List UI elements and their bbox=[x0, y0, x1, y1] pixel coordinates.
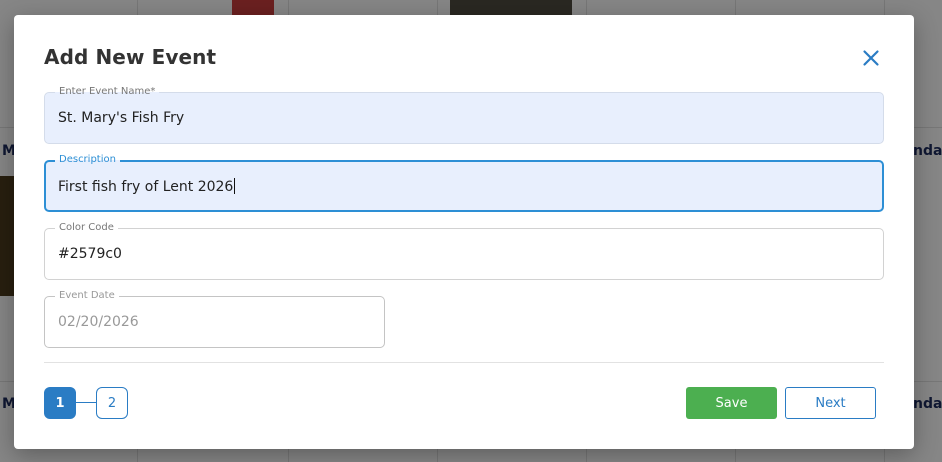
event-date-field[interactable]: Event Date 02/20/2026 bbox=[44, 289, 385, 348]
color-code-field[interactable]: Color Code #2579c0 bbox=[44, 221, 884, 280]
event-name-value: St. Mary's Fish Fry bbox=[58, 110, 185, 126]
event-name-label: Enter Event Name* bbox=[55, 85, 160, 99]
save-button[interactable]: Save bbox=[686, 387, 777, 419]
close-button[interactable] bbox=[859, 46, 883, 70]
add-event-modal: Add New Event Enter Event Name* St. Mary… bbox=[14, 15, 914, 449]
close-icon bbox=[863, 50, 879, 66]
color-code-value: #2579c0 bbox=[58, 246, 122, 262]
event-date-label: Event Date bbox=[55, 289, 119, 303]
event-name-field[interactable]: Enter Event Name* St. Mary's Fish Fry bbox=[44, 85, 884, 144]
color-code-label: Color Code bbox=[55, 221, 118, 235]
text-cursor bbox=[234, 178, 236, 194]
description-label: Description bbox=[55, 153, 120, 167]
description-field[interactable]: Description First fish fry of Lent 2026 bbox=[44, 153, 884, 212]
step-2-indicator[interactable]: 2 bbox=[96, 387, 128, 419]
step-connector bbox=[76, 402, 96, 403]
next-button[interactable]: Next bbox=[785, 387, 876, 419]
event-date-value: 02/20/2026 bbox=[58, 314, 139, 330]
modal-title: Add New Event bbox=[44, 45, 217, 69]
step-1-indicator[interactable]: 1 bbox=[44, 387, 76, 419]
divider bbox=[44, 362, 884, 363]
description-value: First fish fry of Lent 2026 bbox=[58, 179, 234, 195]
